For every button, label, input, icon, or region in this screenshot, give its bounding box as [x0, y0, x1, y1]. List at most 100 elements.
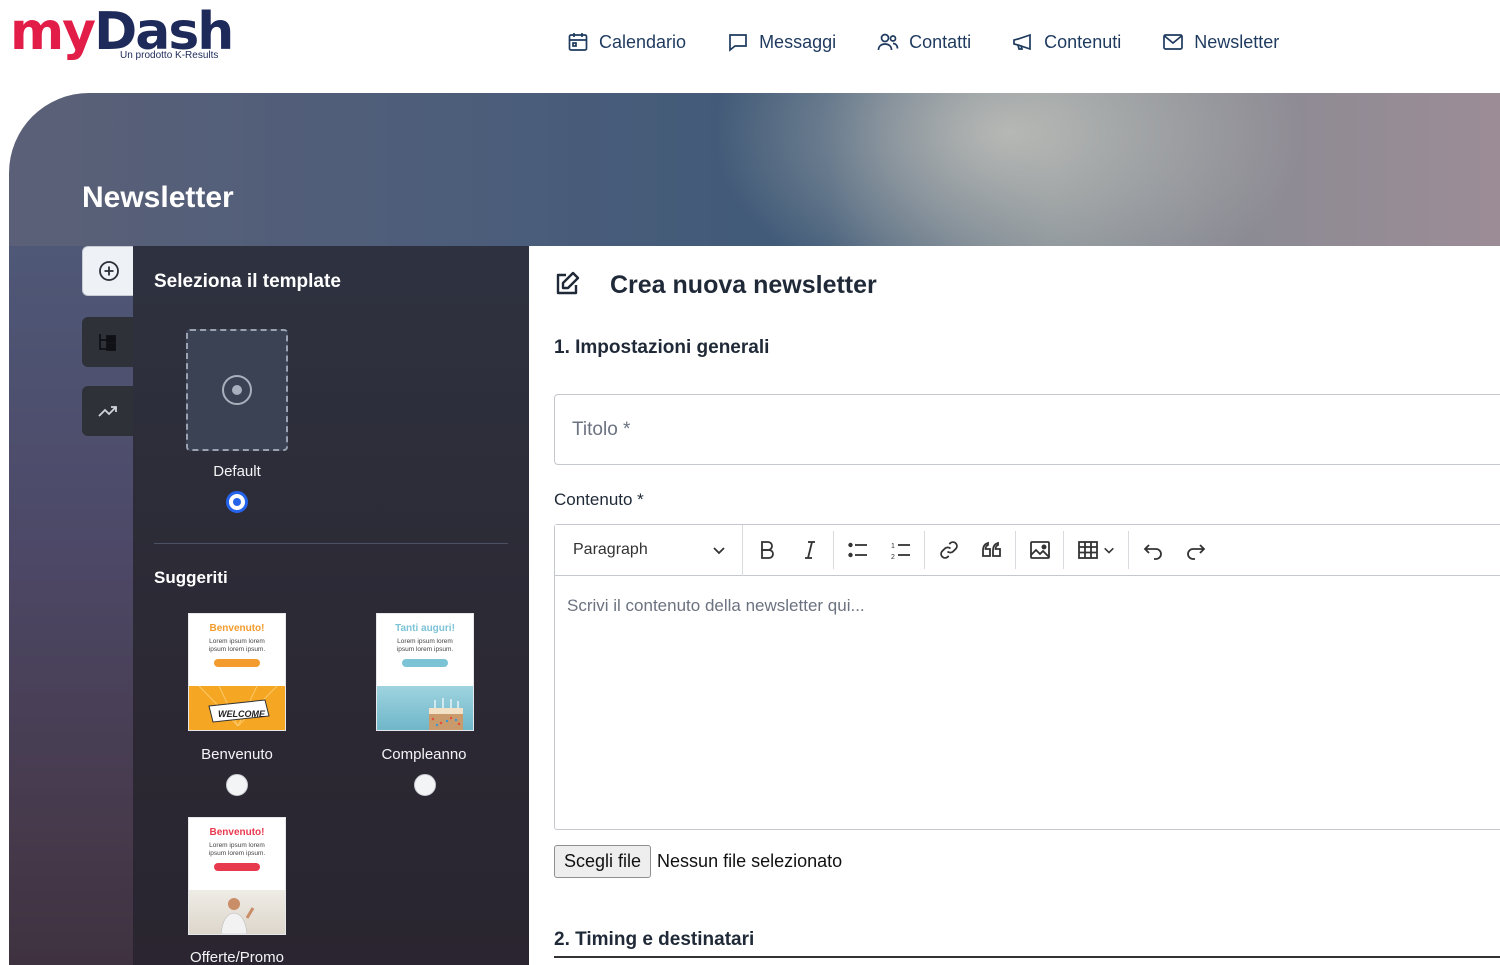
- template-radio-compleanno[interactable]: [414, 774, 436, 796]
- thumb-body: Lorem ipsum lorem ipsum lorem ipsum.: [208, 842, 266, 857]
- chevron-down-icon: [1104, 547, 1114, 554]
- bold-button[interactable]: [745, 531, 788, 569]
- undo-button[interactable]: [1131, 531, 1174, 569]
- template-label-compleanno: Compleanno: [381, 746, 467, 763]
- svg-text:2: 2: [891, 554, 895, 561]
- section-general-settings: 1. Impostazioni generali: [554, 337, 770, 358]
- main-nav: Calendario Messaggi Contatti Contenuti N…: [566, 28, 1319, 56]
- megaphone-icon: [1013, 33, 1032, 51]
- thumb-heading: Tanti auguri!: [395, 623, 455, 634]
- template-panel: Seleziona il template Default Suggeriti …: [133, 246, 529, 965]
- editor-toolbar: Paragraph 12: [555, 524, 1500, 576]
- default-template-card[interactable]: [186, 329, 288, 451]
- content-label: Contenuto *: [554, 490, 644, 509]
- logo-part-my: my: [10, 2, 96, 62]
- logo-subtitle: Un prodotto K-Results: [120, 50, 219, 61]
- rich-text-editor: Paragraph 12 Scrivi il contenuto della n…: [554, 524, 1500, 830]
- bulleted-list-icon: [847, 542, 867, 558]
- thumb-body: Lorem ipsum lorem ipsum lorem ipsum.: [208, 638, 266, 653]
- link-button[interactable]: [927, 531, 970, 569]
- paragraph-format-select[interactable]: Paragraph: [555, 524, 743, 576]
- table-icon: [1078, 541, 1098, 559]
- nav-label: Calendario: [599, 31, 687, 52]
- welcome-image-text: WELCOME: [218, 709, 266, 719]
- file-upload-row: Scegli file Nessun file selezionato: [554, 845, 842, 878]
- numbered-list-button[interactable]: 12: [879, 531, 922, 569]
- thumb-button: [214, 659, 260, 667]
- person-graphic: [220, 898, 255, 934]
- nav-label: Contatti: [909, 31, 972, 52]
- redo-button[interactable]: [1174, 531, 1217, 569]
- calendar-icon: [568, 33, 588, 51]
- numbered-list-icon: 12: [891, 543, 910, 561]
- insert-table-button[interactable]: [1066, 531, 1126, 569]
- template-thumb-benvenuto[interactable]: Benvenuto! Lorem ipsum lorem ipsum lorem…: [188, 613, 286, 731]
- section-underline: [554, 956, 1500, 958]
- page-title: Newsletter: [82, 181, 234, 214]
- target-icon: [222, 375, 252, 405]
- welcome-image: WELCOME: [189, 685, 285, 730]
- undo-icon: [1143, 544, 1162, 560]
- rail-new-button[interactable]: [82, 246, 134, 296]
- title-input[interactable]: [554, 394, 1500, 465]
- chevron-down-icon: [713, 547, 725, 555]
- redo-icon: [1186, 544, 1205, 560]
- mydash-logo[interactable]: myDash Un prodotto K-Results: [10, 2, 280, 66]
- nav-contatti[interactable]: Contatti: [876, 28, 971, 56]
- newsletter-form-panel: Crea nuova newsletter 1. Impostazioni ge…: [529, 246, 1500, 965]
- trending-up-icon: [98, 406, 117, 417]
- message-icon: [729, 34, 747, 52]
- nav-label: Messaggi: [759, 31, 837, 52]
- template-radio-benvenuto[interactable]: [226, 774, 248, 796]
- choose-file-button[interactable]: Scegli file: [554, 845, 652, 878]
- insert-image-button[interactable]: [1018, 531, 1061, 569]
- quote-button[interactable]: [970, 531, 1013, 569]
- thumb-heading: Benvenuto!: [209, 827, 265, 838]
- template-label-benvenuto: Benvenuto: [201, 746, 273, 763]
- rail-stats-button[interactable]: [82, 386, 134, 436]
- link-icon: [939, 541, 958, 559]
- plus-circle-icon: [98, 261, 119, 281]
- section-timing-recipients: 2. Timing e destinatari: [554, 929, 755, 950]
- edit-icon: [556, 271, 580, 295]
- users-icon: [877, 33, 899, 51]
- template-thumb-compleanno[interactable]: Tanti auguri! Lorem ipsum lorem ipsum lo…: [376, 613, 474, 731]
- italic-button[interactable]: [788, 531, 831, 569]
- bulleted-list-button[interactable]: [836, 531, 879, 569]
- cake-graphic: [429, 698, 463, 730]
- mail-icon: [1163, 34, 1184, 50]
- paragraph-format-value: Paragraph: [573, 541, 648, 558]
- thumb-heading: Benvenuto!: [209, 623, 265, 634]
- suggested-title: Suggeriti: [154, 568, 228, 587]
- thumb-button: [214, 863, 260, 871]
- quote-icon: [981, 541, 1001, 557]
- cake-image: [377, 686, 473, 730]
- nav-messaggi[interactable]: Messaggi: [726, 28, 836, 56]
- top-header: myDash Un prodotto K-Results Calendario …: [0, 0, 1500, 93]
- svg-text:1: 1: [891, 543, 895, 550]
- default-template-label: Default: [213, 463, 261, 480]
- nav-calendario[interactable]: Calendario: [566, 28, 686, 56]
- italic-icon: [804, 541, 815, 559]
- promo-image: [189, 890, 285, 934]
- nav-label: Newsletter: [1194, 31, 1280, 52]
- default-template-radio[interactable]: [226, 491, 248, 513]
- nav-label: Contenuti: [1044, 31, 1122, 52]
- hierarchy-icon: [99, 334, 116, 351]
- template-thumb-offerte-promo[interactable]: Benvenuto! Lorem ipsum lorem ipsum lorem…: [188, 817, 286, 935]
- rail-structure-button[interactable]: [82, 317, 134, 367]
- nav-contenuti[interactable]: Contenuti: [1011, 28, 1121, 56]
- bold-icon: [760, 541, 774, 559]
- thumb-button: [402, 659, 448, 667]
- nav-newsletter[interactable]: Newsletter: [1161, 28, 1279, 56]
- welcome-banner-graphic: WELCOME: [198, 685, 278, 727]
- template-label-offerte-promo: Offerte/Promo: [190, 949, 284, 965]
- image-icon: [1029, 541, 1050, 559]
- section-divider: [154, 543, 508, 544]
- template-panel-title: Seleziona il template: [154, 271, 341, 292]
- form-title: Crea nuova newsletter: [610, 271, 877, 299]
- editor-content-area[interactable]: Scrivi il contenuto della newsletter qui…: [555, 576, 1500, 830]
- file-status: Nessun file selezionato: [657, 851, 843, 871]
- thumb-body: Lorem ipsum lorem ipsum lorem ipsum.: [396, 638, 454, 653]
- hero-banner: Newsletter Seleziona il template Default…: [9, 93, 1500, 965]
